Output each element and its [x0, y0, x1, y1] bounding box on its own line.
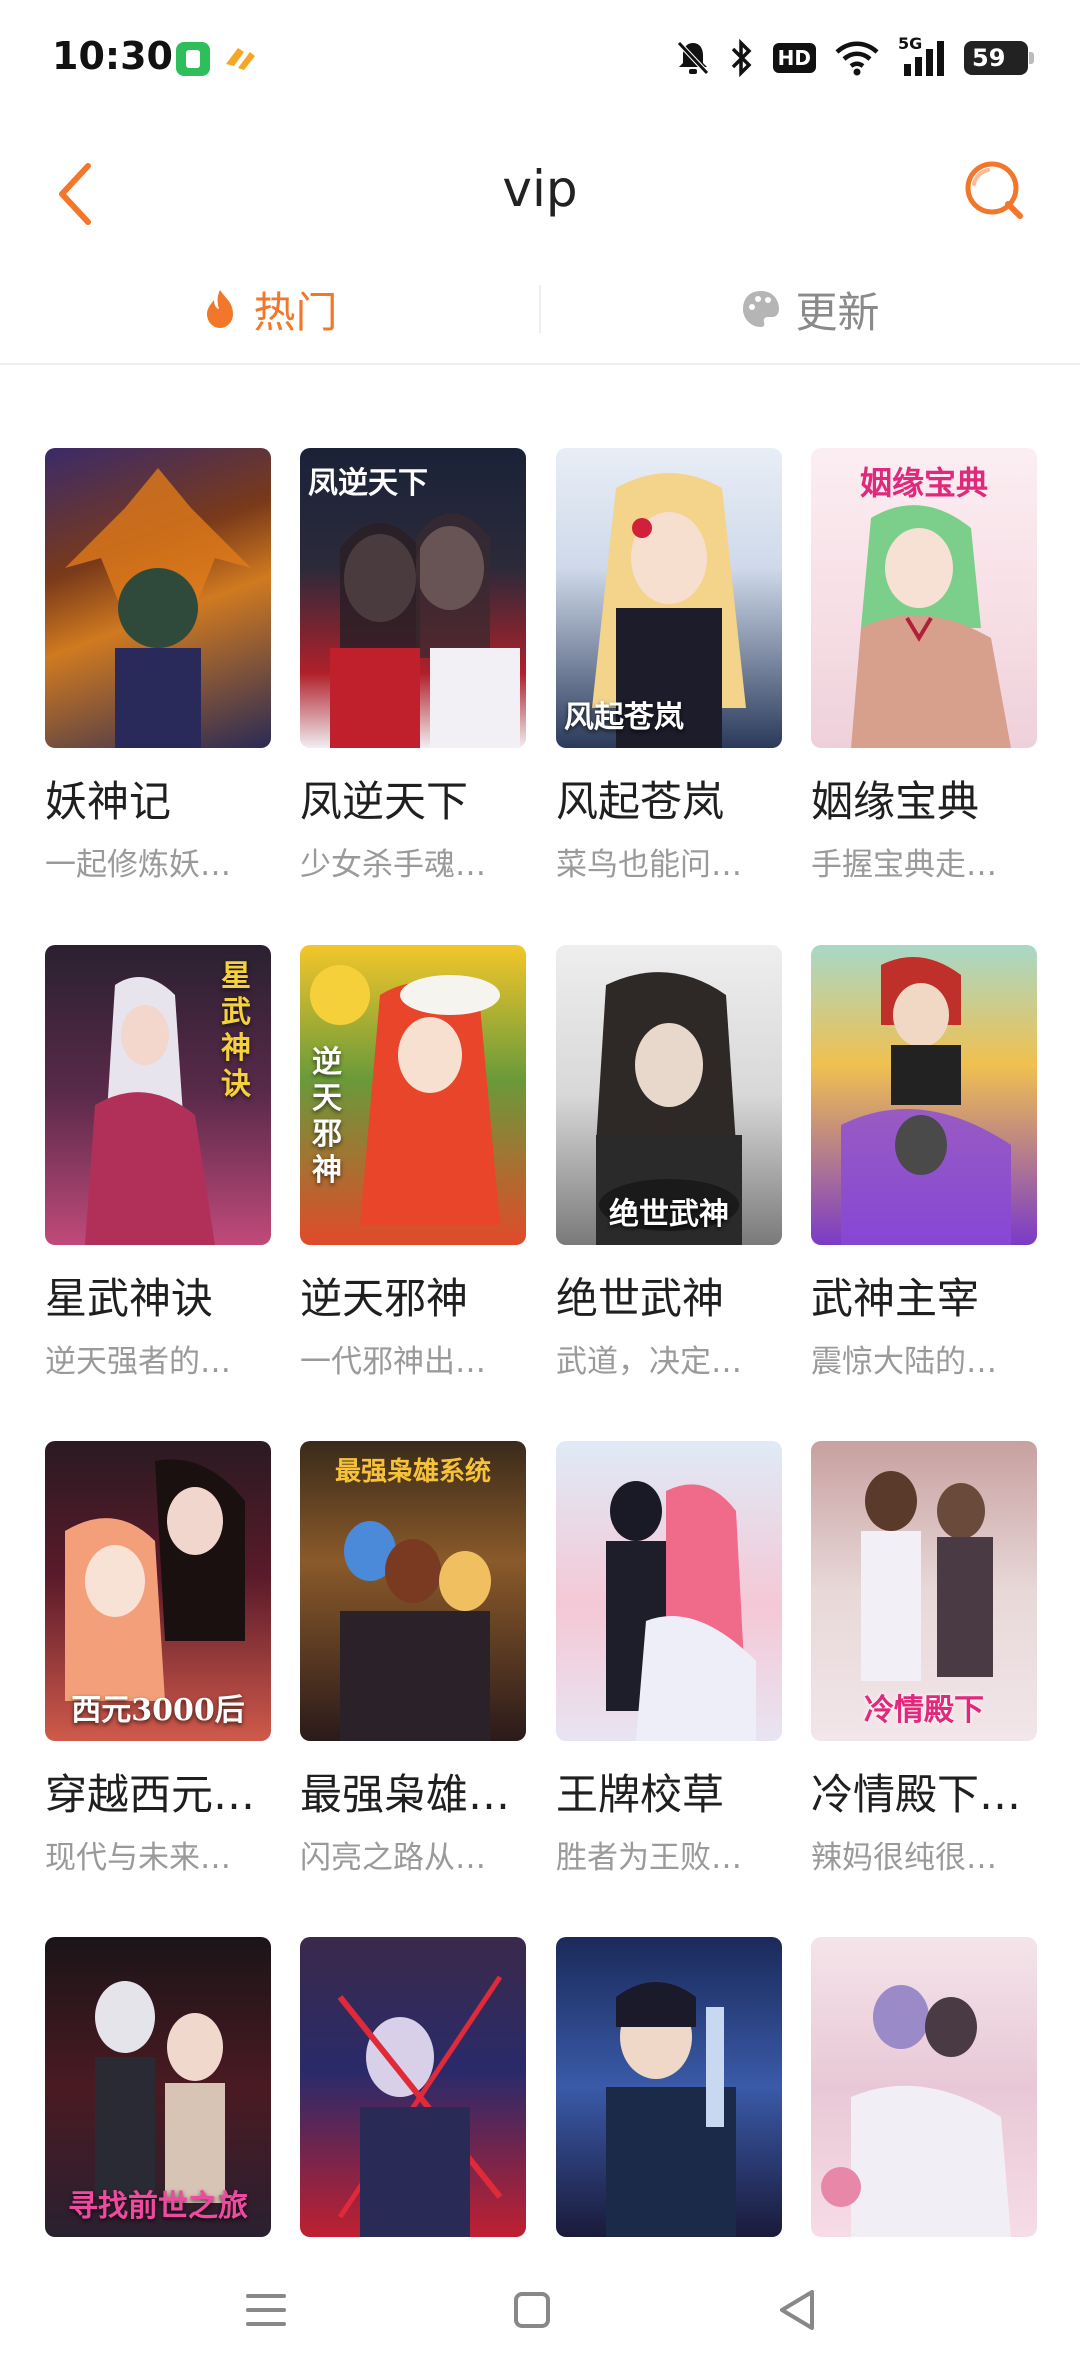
- comic-cover[interactable]: [811, 945, 1037, 1245]
- comic-title: 逆天邪神: [300, 1274, 469, 1323]
- comic-desc: 震惊大陆的…: [811, 1344, 997, 1380]
- comic-cover[interactable]: 星武神诀: [45, 945, 271, 1245]
- comic-cover[interactable]: 冷情殿下: [811, 1441, 1037, 1741]
- tab-hot-label: 热门: [253, 287, 338, 337]
- comic-card[interactable]: 寻找前世之旅: [45, 1937, 271, 2267]
- comic-title: 星武神诀: [45, 1274, 214, 1323]
- status-bar: 10:30 HD 5G 59: [0, 0, 1080, 120]
- comic-cover-title: 星武神诀: [221, 959, 251, 1102]
- comic-desc: 少女杀手魂…: [300, 847, 486, 883]
- comic-desc: 现代与未来…: [45, 1840, 231, 1876]
- comic-cover[interactable]: [556, 1937, 782, 2237]
- cellular-signal-icon: 5G: [898, 34, 946, 78]
- comic-title: 王牌校草: [556, 1770, 725, 1819]
- system-nav-bar: [0, 2246, 1080, 2376]
- comic-card[interactable]: 武神主宰 震惊大陆的…: [811, 945, 1037, 1381]
- back-nav-icon[interactable]: [768, 2280, 828, 2340]
- comic-cover[interactable]: 最强枭雄系统: [300, 1441, 526, 1741]
- comic-title: 穿越西元…: [45, 1770, 256, 1819]
- comic-cover-title: 冷情殿下: [864, 1693, 984, 1728]
- comic-card[interactable]: 最强枭雄系统 最强枭雄… 闪亮之路从…: [300, 1441, 526, 1877]
- comic-cover[interactable]: [45, 448, 271, 748]
- comic-cover[interactable]: 凤逆天下: [300, 448, 526, 748]
- comic-desc: 辣妈很纯很…: [811, 1840, 997, 1876]
- comic-card[interactable]: 绝世武神 绝世武神 武道，决定…: [556, 945, 782, 1381]
- comic-title: 冷情殿下…: [811, 1770, 1022, 1819]
- comic-card[interactable]: 逆天邪神 逆天邪神 一代邪神出…: [300, 945, 526, 1381]
- comic-cover-title: 绝世武神: [609, 1197, 729, 1232]
- comic-cover[interactable]: 风起苍岚: [556, 448, 782, 748]
- bluetooth-icon: [731, 39, 752, 77]
- comic-card[interactable]: [811, 1937, 1037, 2267]
- wifi-icon: [835, 41, 879, 76]
- comic-title: 绝世武神: [556, 1274, 725, 1323]
- battery-indicator: 59: [964, 41, 1034, 75]
- comic-title: 最强枭雄…: [300, 1770, 511, 1819]
- comic-card[interactable]: 风起苍岚 风起苍岚 菜鸟也能问…: [556, 448, 782, 884]
- comic-title: 风起苍岚: [556, 777, 725, 826]
- tab-hot[interactable]: 热门: [0, 255, 539, 363]
- menu-icon[interactable]: [236, 2280, 296, 2340]
- palette-icon: [743, 291, 780, 327]
- status-time: 10:30: [52, 34, 173, 78]
- app-notification-icon-2: [226, 48, 255, 70]
- comic-title: 武神主宰: [811, 1274, 980, 1323]
- comic-desc: 武道，决定…: [556, 1344, 742, 1380]
- mute-bell-icon: [676, 41, 709, 75]
- app-header: vip: [0, 140, 1080, 250]
- comic-card[interactable]: [300, 1937, 526, 2267]
- comic-desc: 胜者为王败…: [556, 1840, 742, 1876]
- comic-title: 妖神记: [45, 777, 172, 826]
- app-notification-icon: [176, 42, 210, 76]
- comic-desc: 一起修炼妖…: [45, 847, 231, 883]
- comic-card[interactable]: 星武神诀 星武神诀 逆天强者的…: [45, 945, 271, 1381]
- comic-title: 姻缘宝典: [811, 777, 980, 826]
- tab-new-label: 更新: [795, 287, 880, 337]
- page-title: vip: [502, 160, 578, 218]
- comic-cover[interactable]: [300, 1937, 526, 2237]
- comic-card[interactable]: 凤逆天下 凤逆天下 少女杀手魂…: [300, 448, 526, 884]
- comic-cover[interactable]: 姻缘宝典: [811, 448, 1037, 748]
- comic-card[interactable]: 冷情殿下 冷情殿下… 辣妈很纯很…: [811, 1441, 1037, 1877]
- comic-cover-title: 寻找前世之旅: [68, 2189, 248, 2224]
- comic-cover[interactable]: [556, 1441, 782, 1741]
- comic-desc: 逆天强者的…: [45, 1344, 231, 1380]
- comic-cover[interactable]: 绝世武神: [556, 945, 782, 1245]
- comic-cover-title: 逆天邪神: [312, 1045, 342, 1188]
- category-tabs: 热门 更新: [0, 255, 1080, 365]
- comic-desc: 手握宝典走…: [811, 847, 997, 883]
- comic-cover-title: 风起苍岚: [564, 700, 684, 735]
- search-icon[interactable]: [954, 150, 1034, 230]
- comic-card[interactable]: 姻缘宝典 姻缘宝典 手握宝典走…: [811, 448, 1037, 884]
- comic-desc: 一代邪神出…: [300, 1344, 486, 1380]
- comic-card[interactable]: 王牌校草 胜者为王败…: [556, 1441, 782, 1877]
- comic-desc: 菜鸟也能问…: [556, 847, 742, 883]
- comic-title: 凤逆天下: [300, 777, 469, 826]
- comic-card[interactable]: [556, 1937, 782, 2267]
- comic-card[interactable]: 妖神记 一起修炼妖…: [45, 448, 271, 884]
- comic-card[interactable]: 西元3000后 穿越西元… 现代与未来…: [45, 1441, 271, 1877]
- comic-cover[interactable]: [811, 1937, 1037, 2237]
- comic-cover[interactable]: 西元3000后: [45, 1441, 271, 1741]
- home-icon[interactable]: [502, 2280, 562, 2340]
- comic-cover-title: 西元3000后: [71, 1693, 245, 1728]
- comic-cover[interactable]: 寻找前世之旅: [45, 1937, 271, 2237]
- comic-cover[interactable]: 逆天邪神: [300, 945, 526, 1245]
- comic-desc: 闪亮之路从…: [300, 1840, 486, 1876]
- flame-icon: [207, 290, 234, 328]
- tab-new[interactable]: 更新: [541, 255, 1080, 363]
- hd-badge: HD: [772, 43, 816, 73]
